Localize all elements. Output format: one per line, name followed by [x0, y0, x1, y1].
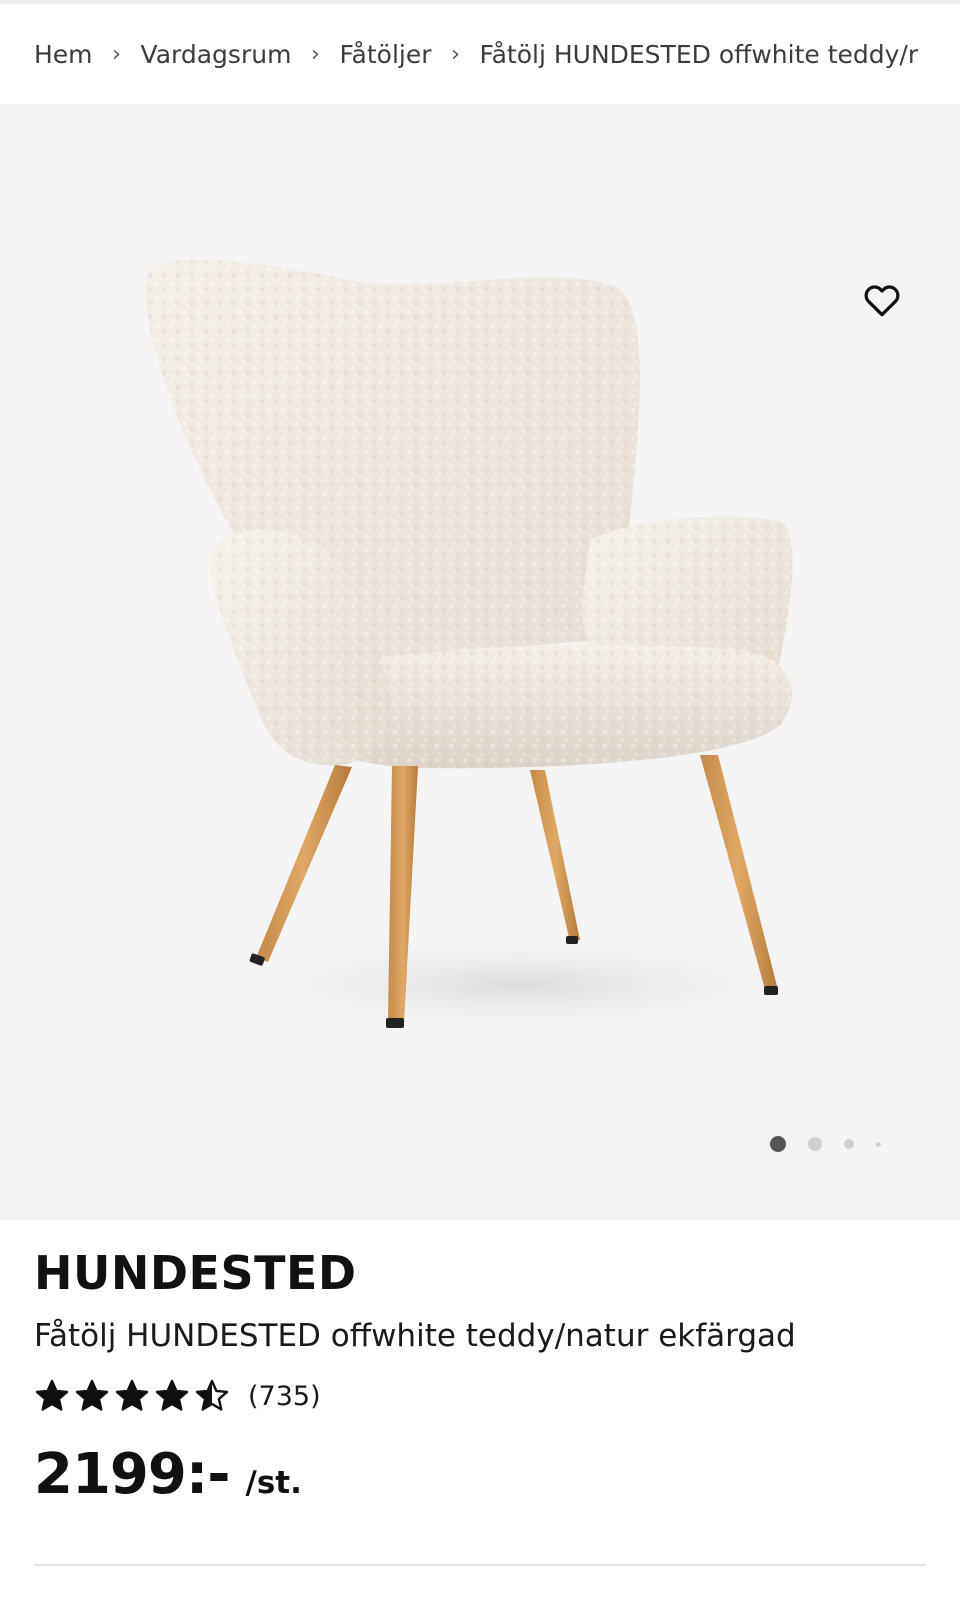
star-filled-icon — [115, 1379, 149, 1411]
breadcrumb-armchairs[interactable]: Fåtöljer — [339, 40, 431, 69]
star-filled-icon — [155, 1379, 189, 1411]
star-filled-icon — [75, 1379, 109, 1411]
breadcrumb-living-room[interactable]: Vardagsrum — [141, 40, 292, 69]
section-divider — [34, 1564, 926, 1566]
star-half-icon — [195, 1379, 229, 1411]
product-image-gallery[interactable] — [0, 104, 960, 1220]
breadcrumb-current: Fåtölj HUNDESTED offwhite teddy/r — [479, 39, 919, 69]
gallery-dot-3[interactable] — [844, 1139, 854, 1149]
breadcrumb-home[interactable]: Hem — [34, 40, 93, 69]
gallery-dot-1[interactable] — [770, 1136, 786, 1152]
product-brand: HUNDESTED — [34, 1246, 357, 1300]
product-image — [145, 259, 850, 1040]
gallery-dot-2[interactable] — [808, 1137, 822, 1151]
breadcrumb: Hem › Vardagsrum › Fåtöljer › Fåtölj HUN… — [34, 34, 934, 74]
product-price: 2199:- /st. — [34, 1442, 302, 1507]
top-divider — [0, 0, 960, 4]
review-count[interactable]: (735) — [248, 1381, 321, 1412]
price-amount: 2199:- — [34, 1442, 230, 1507]
gallery-pagination — [770, 1136, 903, 1152]
chevron-right-icon: › — [451, 41, 460, 67]
star-rating — [34, 1378, 234, 1414]
product-rating[interactable]: (735) — [34, 1376, 321, 1416]
gallery-dot-4[interactable] — [876, 1141, 881, 1147]
price-unit: /st. — [245, 1465, 302, 1501]
chevron-right-icon: › — [112, 41, 121, 67]
heart-outline-icon — [864, 285, 900, 317]
star-filled-icon — [35, 1379, 69, 1411]
chevron-right-icon: › — [311, 41, 320, 67]
product-description: Fåtölj HUNDESTED offwhite teddy/natur ek… — [34, 1318, 796, 1354]
favorite-button[interactable] — [858, 276, 906, 324]
